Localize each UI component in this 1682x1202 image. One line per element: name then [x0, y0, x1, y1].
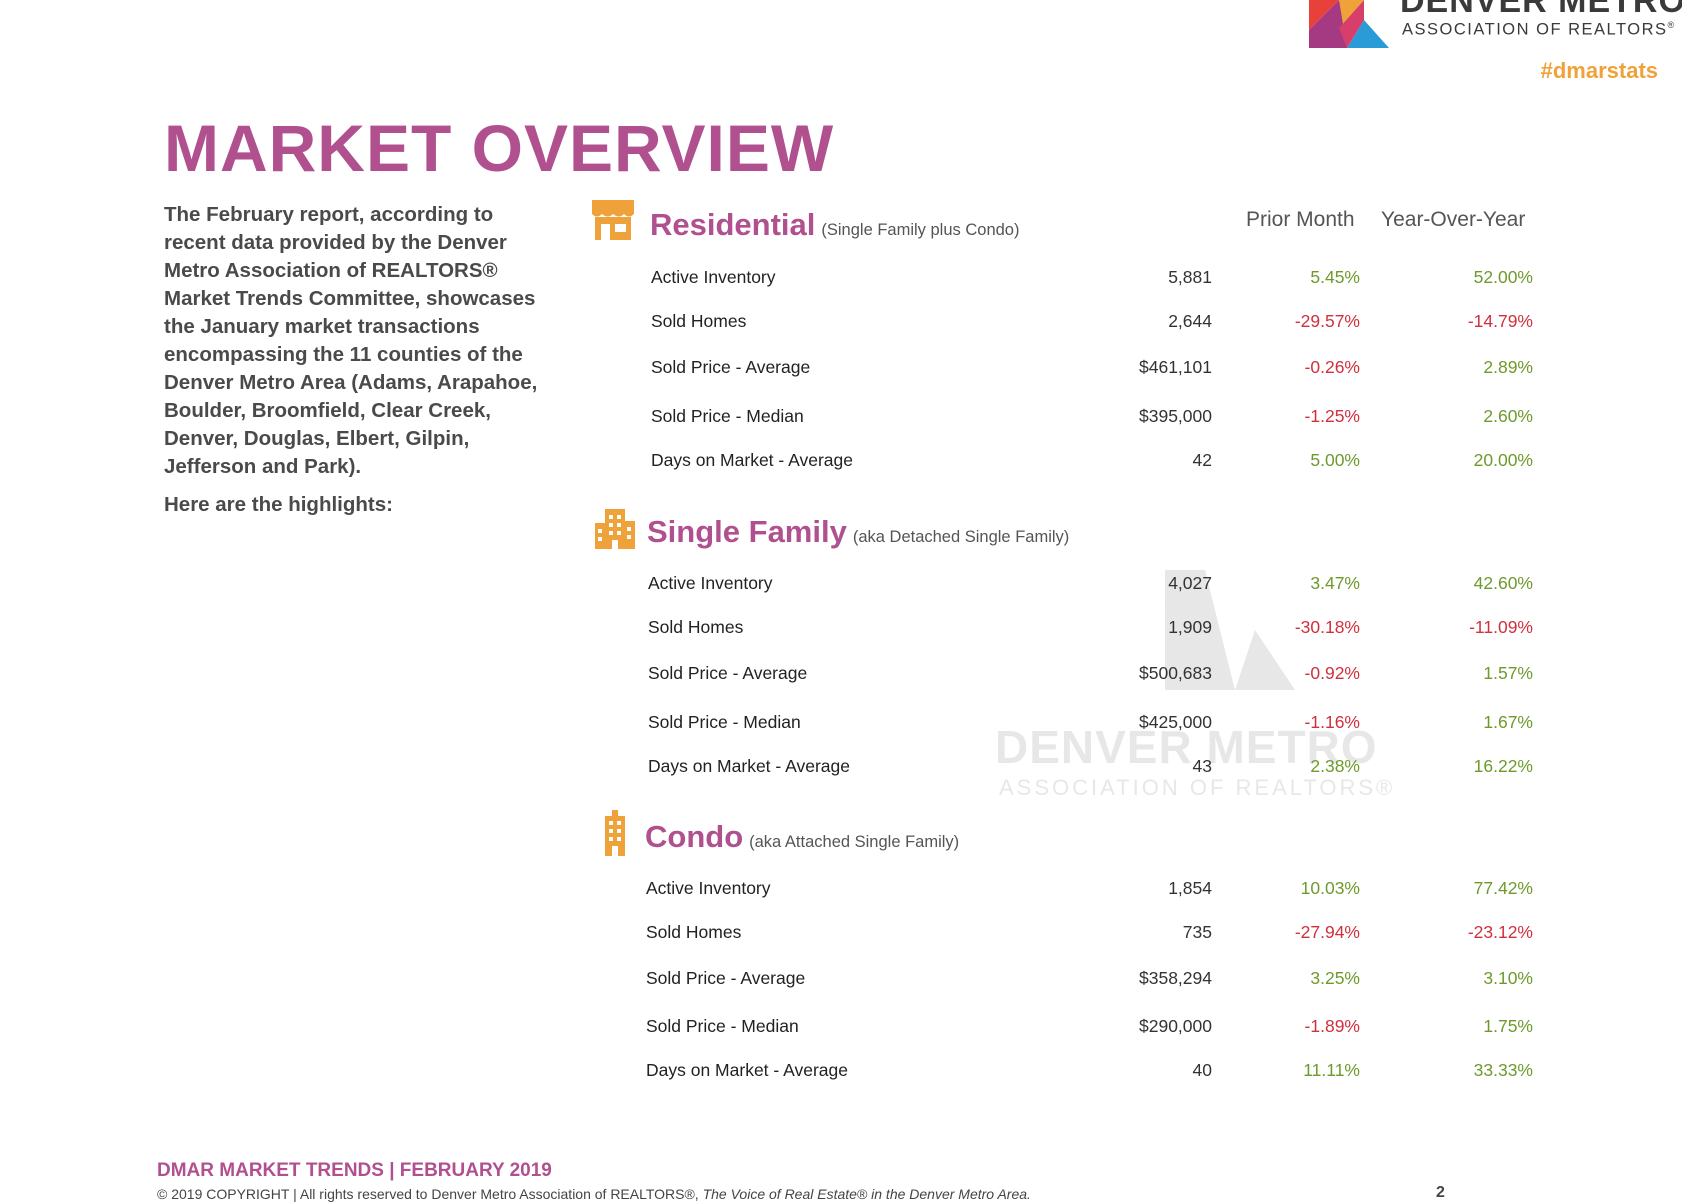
row-value: $395,000	[1139, 406, 1212, 426]
row-value: 43	[1192, 756, 1212, 776]
intro-paragraph: The February report, according to recent…	[164, 203, 538, 478]
row-value: 40	[1192, 1060, 1212, 1080]
table-row: Sold Price - Median $425,000 -1.16% 1.67…	[0, 712, 1682, 742]
table-row: Days on Market - Average 42 5.00% 20.00%	[0, 450, 1682, 480]
row-label: Days on Market - Average	[648, 756, 850, 776]
page-number: 2	[1436, 1184, 1445, 1201]
row-yoy: 52.00%	[1473, 267, 1533, 287]
hashtag: #dmarstats	[1540, 58, 1658, 83]
row-yoy: 2.89%	[1483, 357, 1533, 377]
column-header-prior-month: Prior Month	[1246, 208, 1355, 231]
buildings-icon	[595, 509, 635, 549]
storefront-icon	[592, 200, 634, 240]
row-yoy: 1.75%	[1483, 1016, 1533, 1036]
row-yoy: -14.79%	[1467, 311, 1533, 331]
row-value: $500,683	[1139, 663, 1212, 683]
row-prior-month: -1.25%	[1304, 406, 1360, 426]
row-label: Sold Homes	[646, 922, 742, 942]
table-row: Active Inventory 4,027 3.47% 42.60%	[0, 573, 1682, 603]
row-label: Sold Price - Average	[646, 968, 806, 988]
row-prior-month: -0.26%	[1304, 357, 1360, 377]
row-value: 2,644	[1168, 311, 1212, 331]
row-yoy: 1.67%	[1483, 712, 1533, 732]
row-prior-month: 5.45%	[1310, 267, 1360, 287]
row-prior-month: 11.11%	[1303, 1060, 1360, 1080]
row-yoy: 3.10%	[1483, 968, 1533, 988]
column-header-year-over-year: Year-Over-Year	[1381, 208, 1526, 231]
row-yoy: -23.12%	[1467, 922, 1533, 942]
dmar-logo-icon	[1309, 0, 1389, 48]
tower-icon	[605, 810, 625, 856]
brand-subtitle: ASSOCIATION OF REALTORS®	[1402, 20, 1676, 39]
table-row: Active Inventory 5,881 5.45% 52.00%	[0, 267, 1682, 297]
row-prior-month: -29.57%	[1294, 311, 1360, 331]
row-prior-month: -1.16%	[1304, 712, 1360, 732]
footer-title: DMAR MARKET TRENDS | FEBRUARY 2019	[157, 1160, 552, 1181]
table-row: Sold Price - Average $500,683 -0.92% 1.5…	[0, 663, 1682, 693]
row-value: 735	[1182, 922, 1212, 942]
row-prior-month: 3.47%	[1310, 573, 1360, 593]
section-title-condo: Condo (aka Attached Single Family)	[645, 819, 960, 854]
section-title-residential: Residential (Single Family plus Condo)	[650, 207, 1020, 242]
table-row: Days on Market - Average 43 2.38% 16.22%	[0, 756, 1682, 786]
row-value: 42	[1192, 450, 1212, 470]
brand-name: DENVER METRO	[1400, 0, 1682, 20]
row-prior-month: 10.03%	[1300, 878, 1360, 898]
row-value: 1,854	[1168, 878, 1212, 898]
table-row: Sold Homes 2,644 -29.57% -14.79%	[0, 311, 1682, 341]
table-row: Sold Price - Median $395,000 -1.25% 2.60…	[0, 406, 1682, 436]
row-yoy: 77.42%	[1473, 878, 1533, 898]
row-yoy: 42.60%	[1473, 573, 1533, 593]
row-value: $290,000	[1139, 1016, 1212, 1036]
intro-highlights: Here are the highlights:	[164, 493, 393, 516]
row-prior-month: -30.18%	[1294, 617, 1360, 637]
row-value: $358,294	[1139, 968, 1212, 988]
row-label: Sold Price - Average	[648, 663, 808, 683]
row-value: 5,881	[1168, 267, 1212, 287]
row-label: Sold Price - Median	[648, 712, 801, 732]
row-prior-month: 3.25%	[1310, 968, 1360, 988]
row-label: Days on Market - Average	[651, 450, 853, 470]
row-label: Sold Price - Average	[651, 357, 811, 377]
row-value: 1,909	[1168, 617, 1212, 637]
row-prior-month: 2.38%	[1310, 756, 1360, 776]
table-row: Sold Price - Average $358,294 3.25% 3.10…	[0, 968, 1682, 998]
row-label: Sold Homes	[648, 617, 744, 637]
row-yoy: 2.60%	[1483, 406, 1533, 426]
table-row: Sold Price - Median $290,000 -1.89% 1.75…	[0, 1016, 1682, 1046]
table-row: Days on Market - Average 40 11.11% 33.33…	[0, 1060, 1682, 1090]
row-value: $425,000	[1139, 712, 1212, 732]
row-yoy: 33.33%	[1473, 1060, 1533, 1080]
row-label: Days on Market - Average	[646, 1060, 848, 1080]
row-prior-month: 5.00%	[1310, 450, 1360, 470]
row-prior-month: -1.89%	[1304, 1016, 1360, 1036]
table-row: Sold Homes 735 -27.94% -23.12%	[0, 922, 1682, 952]
table-row: Sold Homes 1,909 -30.18% -11.09%	[0, 617, 1682, 647]
row-value: $461,101	[1139, 357, 1212, 377]
row-value: 4,027	[1168, 573, 1212, 593]
row-yoy: 20.00%	[1473, 450, 1533, 470]
row-label: Active Inventory	[651, 267, 776, 287]
row-prior-month: -27.94%	[1294, 922, 1360, 942]
row-label: Active Inventory	[646, 878, 771, 898]
table-row: Sold Price - Average $461,101 -0.26% 2.8…	[0, 357, 1682, 387]
row-label: Sold Homes	[651, 311, 747, 331]
page-title: MARKET OVERVIEW	[164, 111, 835, 185]
row-yoy: -11.09%	[1469, 617, 1533, 637]
row-label: Active Inventory	[648, 573, 773, 593]
table-row: Active Inventory 1,854 10.03% 77.42%	[0, 878, 1682, 908]
row-label: Sold Price - Median	[651, 406, 804, 426]
row-label: Sold Price - Median	[646, 1016, 799, 1036]
row-yoy: 1.57%	[1483, 663, 1533, 683]
row-yoy: 16.22%	[1473, 756, 1533, 776]
row-prior-month: -0.92%	[1304, 663, 1360, 683]
section-title-single-family: Single Family (aka Detached Single Family…	[647, 514, 1070, 549]
